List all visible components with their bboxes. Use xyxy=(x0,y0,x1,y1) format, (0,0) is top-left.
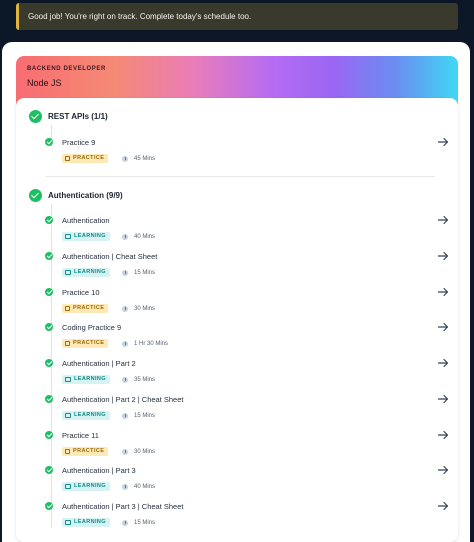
item-title: Practice 11 xyxy=(62,431,99,440)
book-icon xyxy=(65,520,71,525)
track-role: BACKEND DEVELOPER xyxy=(27,66,106,72)
item-title: Practice 10 xyxy=(62,288,100,297)
item-duration: 15 Mins xyxy=(134,270,156,276)
section-header-rest-apis[interactable]: REST APIs (1/1) xyxy=(29,109,108,123)
item-duration: 15 Mins xyxy=(134,413,156,419)
check-circle-icon xyxy=(45,431,53,439)
check-circle-icon xyxy=(29,109,42,123)
clipboard-icon xyxy=(65,449,70,454)
learning-badge: LEARNING xyxy=(62,375,110,384)
toast-message: Good job! You're right on track. Complet… xyxy=(28,12,252,21)
practice-badge: PRACTICE xyxy=(62,154,109,163)
clock-icon xyxy=(122,156,128,162)
clock-icon xyxy=(122,484,128,490)
check-circle-icon xyxy=(45,502,53,510)
item-duration: 45 Mins xyxy=(134,156,156,162)
practice-badge: PRACTICE xyxy=(62,447,109,456)
clock-icon xyxy=(122,270,128,276)
book-icon xyxy=(65,484,71,489)
book-icon xyxy=(65,377,71,382)
clock-icon xyxy=(122,341,128,347)
practice-badge: PRACTICE xyxy=(62,304,109,313)
section-title: REST APIs (1/1) xyxy=(48,111,108,121)
check-circle-icon xyxy=(45,359,53,367)
check-circle-icon xyxy=(45,252,53,260)
clock-icon xyxy=(122,377,128,383)
item-title: Authentication xyxy=(62,216,110,225)
success-toast: Good job! You're right on track. Complet… xyxy=(16,3,458,30)
learning-badge: LEARNING xyxy=(62,482,110,491)
book-icon xyxy=(65,270,71,275)
learning-badge: LEARNING xyxy=(62,232,110,241)
section-header-authentication[interactable]: Authentication (9/9) xyxy=(29,188,123,202)
item-title: Practice 9 xyxy=(62,138,96,147)
arrow-right-icon[interactable] xyxy=(437,500,449,512)
check-circle-icon xyxy=(45,395,53,403)
list-item[interactable]: Authentication LEARNING 40 Mins xyxy=(45,214,449,250)
arrow-right-icon[interactable] xyxy=(437,286,449,298)
list-item[interactable]: Authentication | Part 2 LEARNING 35 Mins xyxy=(45,357,449,393)
clipboard-icon xyxy=(65,156,70,161)
list-item[interactable]: Coding Practice 9 PRACTICE 1 Hr 30 Mins xyxy=(45,321,449,357)
list-item[interactable]: Authentication | Part 3 | Cheat Sheet LE… xyxy=(45,500,449,536)
course-card: REST APIs (1/1) Practice 9 PRACTICE 45 M… xyxy=(16,98,458,542)
check-circle-icon xyxy=(29,188,42,202)
item-title: Authentication | Part 3 | Cheat Sheet xyxy=(62,502,184,511)
list-item[interactable]: Practice 9 PRACTICE 45 Mins xyxy=(45,136,449,172)
item-duration: 15 Mins xyxy=(134,520,156,526)
check-circle-icon xyxy=(45,216,53,224)
section-title: Authentication (9/9) xyxy=(48,190,123,200)
list-item[interactable]: Authentication | Part 3 LEARNING 40 Mins xyxy=(45,464,449,500)
item-duration: 30 Mins xyxy=(134,306,156,312)
check-circle-icon xyxy=(45,288,53,296)
arrow-right-icon[interactable] xyxy=(437,464,449,476)
clock-icon xyxy=(122,413,128,419)
clock-icon xyxy=(122,520,128,526)
item-title: Authentication | Cheat Sheet xyxy=(62,252,158,261)
clipboard-icon xyxy=(65,306,70,311)
check-circle-icon xyxy=(45,138,53,146)
practice-badge: PRACTICE xyxy=(62,339,109,348)
item-duration: 30 Mins xyxy=(134,449,156,455)
arrow-right-icon[interactable] xyxy=(437,321,449,333)
list-item[interactable]: Practice 10 PRACTICE 30 Mins xyxy=(45,286,449,322)
list-item[interactable]: Authentication | Part 2 | Cheat Sheet LE… xyxy=(45,393,449,429)
clipboard-icon xyxy=(65,341,70,346)
learning-badge: LEARNING xyxy=(62,411,110,420)
item-duration: 40 Mins xyxy=(134,484,156,490)
item-title: Authentication | Part 2 | Cheat Sheet xyxy=(62,395,184,404)
book-icon xyxy=(65,234,71,239)
arrow-right-icon[interactable] xyxy=(437,214,449,226)
arrow-right-icon[interactable] xyxy=(437,250,449,262)
clock-icon xyxy=(122,449,128,455)
learning-badge: LEARNING xyxy=(62,518,110,527)
arrow-right-icon[interactable] xyxy=(437,393,449,405)
arrow-right-icon[interactable] xyxy=(437,136,449,148)
item-duration: 1 Hr 30 Mins xyxy=(134,341,169,347)
arrow-right-icon[interactable] xyxy=(437,429,449,441)
list-item[interactable]: Practice 11 PRACTICE 30 Mins xyxy=(45,429,449,465)
clock-icon xyxy=(122,234,128,240)
book-icon xyxy=(65,413,71,418)
item-title: Authentication | Part 3 xyxy=(62,466,136,475)
item-duration: 40 Mins xyxy=(134,234,156,240)
learning-badge: LEARNING xyxy=(62,268,110,277)
track-title: Node JS xyxy=(27,78,62,88)
clock-icon xyxy=(122,306,128,312)
section-divider xyxy=(45,176,435,177)
item-title: Coding Practice 9 xyxy=(62,323,122,332)
item-duration: 35 Mins xyxy=(134,377,156,383)
check-circle-icon xyxy=(45,466,53,474)
arrow-right-icon[interactable] xyxy=(437,357,449,369)
item-title: Authentication | Part 2 xyxy=(62,359,136,368)
list-item[interactable]: Authentication | Cheat Sheet LEARNING 15… xyxy=(45,250,449,286)
check-circle-icon xyxy=(45,323,53,331)
